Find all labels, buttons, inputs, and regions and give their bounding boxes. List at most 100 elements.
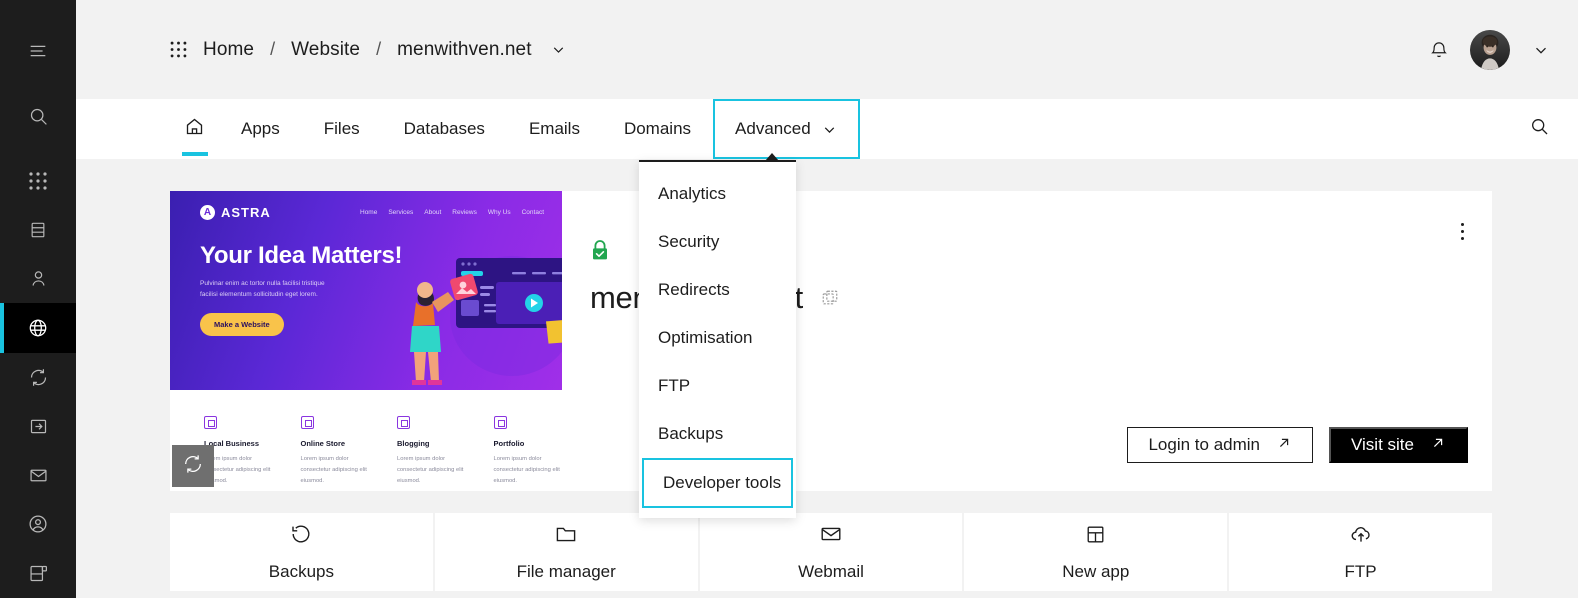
- dropdown-item-developer-tools[interactable]: Developer tools: [642, 458, 793, 508]
- breadcrumb-item-domain[interactable]: menwithven.net: [397, 39, 531, 61]
- breadcrumb-separator: /: [270, 39, 275, 60]
- sidebar-item-servers[interactable]: [0, 205, 76, 254]
- preview-site-nav: A ASTRA Home Services About Reviews Why …: [170, 191, 562, 220]
- preview-menu-item: About: [424, 209, 441, 216]
- refresh-icon: [182, 453, 204, 480]
- card-more-options-button[interactable]: [1457, 219, 1468, 244]
- site-preview-thumbnail[interactable]: A ASTRA Home Services About Reviews Why …: [170, 191, 562, 491]
- breadcrumb: Home / Website / menwithven.net: [170, 39, 567, 61]
- dropdown-item-label: Security: [658, 232, 719, 252]
- visit-site-button[interactable]: Visit site: [1329, 427, 1468, 463]
- tab-apps[interactable]: Apps: [219, 99, 302, 159]
- external-link-arrow-icon: [1276, 435, 1292, 456]
- quick-action-new-app[interactable]: New app: [964, 513, 1227, 591]
- cloud-upload-icon: [1349, 522, 1373, 551]
- dropdown-item-label: Backups: [658, 424, 723, 444]
- dropdown-item-optimisation[interactable]: Optimisation: [639, 314, 796, 362]
- sidebar-item-migrations[interactable]: [0, 353, 76, 402]
- preview-menu-item: Why Us: [488, 209, 511, 216]
- chevron-down-icon[interactable]: [1532, 41, 1550, 59]
- sidebar-item-login[interactable]: [0, 402, 76, 451]
- advanced-dropdown-menu: Analytics Security Redirects Optimisatio…: [639, 160, 796, 518]
- bell-icon[interactable]: [1428, 39, 1450, 61]
- server-icon: [28, 220, 48, 240]
- dropdown-item-security[interactable]: Security: [639, 218, 796, 266]
- online-store-icon: [301, 416, 314, 429]
- user-icon: [28, 268, 49, 289]
- tab-domains[interactable]: Domains: [602, 99, 713, 159]
- breadcrumb-item-home[interactable]: Home: [203, 39, 254, 61]
- app-root: Home / Website / menwithven.net: [0, 0, 1578, 598]
- avatar[interactable]: [1470, 30, 1510, 70]
- dropdown-arrow-icon: [765, 153, 779, 161]
- sidebar-item-account[interactable]: [0, 500, 76, 549]
- breadcrumb-separator: /: [376, 39, 381, 60]
- folder-icon: [554, 522, 578, 551]
- tab-advanced[interactable]: Advanced: [713, 99, 860, 159]
- sidebar-item-emails[interactable]: [0, 451, 76, 500]
- sidebar-item-apps[interactable]: [0, 156, 76, 205]
- sidebar-item-clients[interactable]: [0, 254, 76, 303]
- quick-action-webmail[interactable]: Webmail: [700, 513, 963, 591]
- tab-label: Domains: [624, 119, 691, 139]
- dropdown-item-label: Optimisation: [658, 328, 752, 348]
- dashboard-layout-icon: [1084, 523, 1107, 551]
- feature-title: Blogging: [397, 439, 466, 448]
- tile-label: FTP: [1345, 562, 1377, 582]
- tab-label: Emails: [529, 119, 580, 139]
- external-link-arrow-icon: [1430, 435, 1446, 456]
- preview-menu-item: Home: [360, 209, 377, 216]
- chevron-down-icon[interactable]: [550, 41, 567, 58]
- nav-search-button[interactable]: [1529, 99, 1550, 159]
- preview-feature: Portfolio Lorem ipsum dolor consectetur …: [494, 416, 563, 487]
- hamburger-menu-icon: [27, 40, 49, 62]
- sidebar-item-menu[interactable]: [0, 26, 76, 75]
- search-icon: [28, 106, 49, 127]
- login-arrow-icon: [28, 416, 49, 437]
- blogging-icon: [397, 416, 410, 429]
- tab-label: Advanced: [735, 119, 811, 139]
- preview-logo: A ASTRA: [200, 205, 271, 220]
- copy-icon[interactable]: [821, 289, 839, 307]
- feature-title: Local Business: [204, 439, 273, 448]
- main-navigation: Apps Files Databases Emails Domains Adva…: [76, 99, 1578, 159]
- astra-logo-text: ASTRA: [221, 205, 271, 220]
- login-to-admin-button[interactable]: Login to admin: [1127, 427, 1313, 463]
- dropdown-item-label: Analytics: [658, 184, 726, 204]
- quick-action-file-manager[interactable]: File manager: [435, 513, 698, 591]
- sidebar-item-search[interactable]: [0, 92, 76, 141]
- dropdown-item-analytics[interactable]: Analytics: [639, 170, 796, 218]
- main-region: Home / Website / menwithven.net: [76, 0, 1578, 598]
- dropdown-item-ftp[interactable]: FTP: [639, 362, 796, 410]
- preview-menu: Home Services About Reviews Why Us Conta…: [360, 209, 544, 216]
- breadcrumb-item-website[interactable]: Website: [291, 39, 360, 61]
- preview-illustration: [392, 230, 562, 390]
- dropdown-item-label: Developer tools: [663, 473, 781, 493]
- preview-feature: Blogging Lorem ipsum dolor consectetur a…: [397, 416, 466, 487]
- account-circle-icon: [27, 513, 49, 535]
- more-vertical-icon: [1461, 223, 1464, 226]
- portfolio-icon: [494, 416, 507, 429]
- widgets-icon: [28, 563, 49, 584]
- tab-emails[interactable]: Emails: [507, 99, 602, 159]
- chevron-down-icon: [821, 121, 838, 138]
- grid-menu-icon[interactable]: [170, 41, 187, 58]
- tab-home[interactable]: [170, 99, 219, 159]
- preview-refresh-button[interactable]: [172, 445, 214, 487]
- nav-tabs: Apps Files Databases Emails Domains Adva…: [76, 99, 860, 159]
- restore-icon: [289, 522, 313, 551]
- card-action-buttons: Login to admin Visit site: [1127, 427, 1468, 463]
- page-content: A ASTRA Home Services About Reviews Why …: [76, 159, 1578, 598]
- tab-files[interactable]: Files: [302, 99, 382, 159]
- top-header: Home / Website / menwithven.net: [76, 0, 1578, 99]
- dropdown-item-backups[interactable]: Backups: [639, 410, 796, 458]
- dropdown-item-redirects[interactable]: Redirects: [639, 266, 796, 314]
- quick-action-backups[interactable]: Backups: [170, 513, 433, 591]
- preview-menu-item: Contact: [522, 209, 544, 216]
- quick-action-ftp[interactable]: FTP: [1229, 513, 1492, 591]
- tab-label: Apps: [241, 119, 280, 139]
- sidebar-item-websites[interactable]: [0, 303, 76, 352]
- tab-databases[interactable]: Databases: [382, 99, 507, 159]
- tile-label: File manager: [517, 562, 616, 582]
- sidebar-item-widgets[interactable]: [0, 549, 76, 598]
